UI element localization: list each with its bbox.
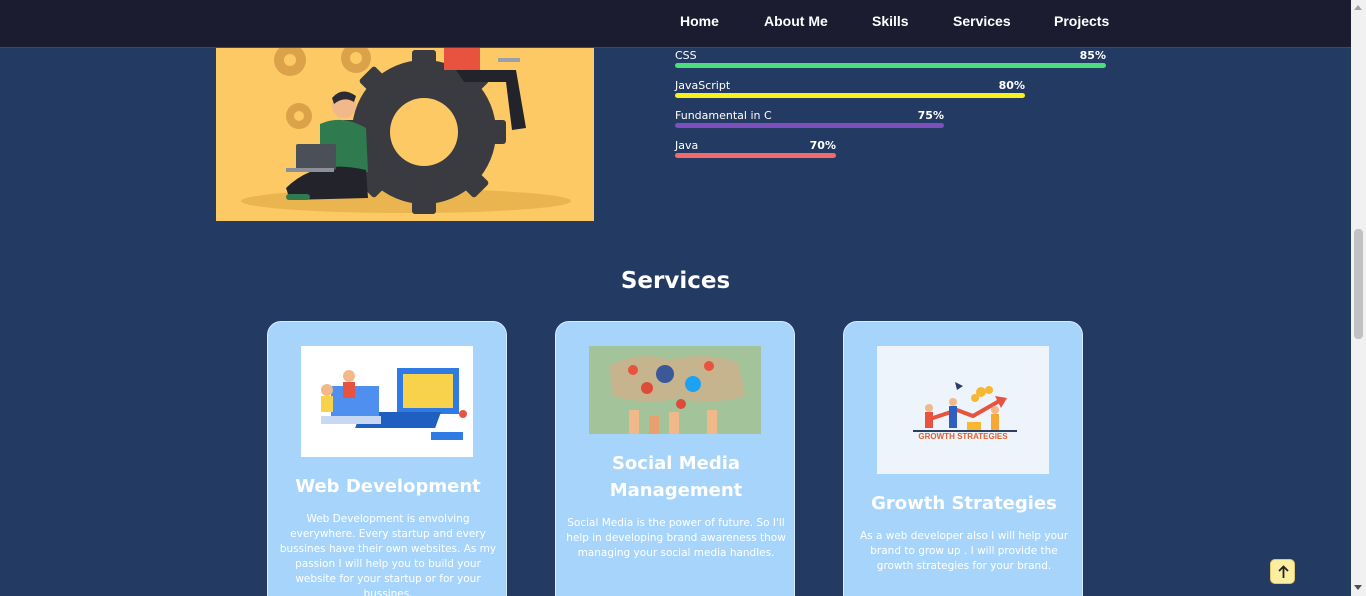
nav-home-link[interactable]: Home — [680, 13, 719, 29]
skill-bar — [675, 93, 1025, 98]
service-card-web-development: Web Development Web Development is envol… — [267, 321, 507, 596]
card-title: Growth Strategies — [871, 493, 1057, 514]
card-description: Social Media is the power of future. So … — [566, 517, 786, 559]
arrow-up-icon — [1278, 565, 1289, 578]
page-scrollbar[interactable] — [1351, 0, 1366, 596]
navbar: Home About Me Skills Services Projects — [0, 0, 1351, 48]
growth-image-caption: GROWTH STRATEGIES — [918, 432, 1008, 441]
scroll-down-arrow-icon[interactable] — [1354, 585, 1362, 590]
skill-percent: 75% — [917, 109, 944, 122]
back-to-top-button[interactable] — [1270, 559, 1295, 584]
skill-percent: 80% — [998, 79, 1025, 92]
skill-bar — [675, 153, 836, 158]
skill-bar — [675, 123, 944, 128]
scroll-up-arrow-icon[interactable] — [1354, 5, 1362, 10]
services-heading: Services — [620, 268, 731, 294]
skill-bar — [675, 63, 1106, 68]
nav-skills-link[interactable]: Skills — [872, 13, 909, 29]
service-card-growth-strategies: GROWTH STRATEGIES Growth Strategies As a… — [843, 321, 1083, 596]
social-media-image — [589, 346, 761, 434]
card-description: As a web developer also I will help your… — [859, 530, 1069, 572]
nav-services-link[interactable]: Services — [953, 13, 1011, 29]
skill-percent: 85% — [1079, 49, 1106, 62]
card-description: Web Development is envolving everywhere.… — [279, 513, 497, 596]
web-development-image — [301, 346, 473, 457]
scroll-thumb[interactable] — [1354, 229, 1363, 339]
card-title: Social Media Management — [609, 453, 743, 501]
nav-projects-link[interactable]: Projects — [1054, 13, 1109, 29]
card-title: Web Development — [295, 476, 481, 497]
nav-about-link[interactable]: About Me — [764, 13, 828, 29]
growth-strategies-image: GROWTH STRATEGIES — [877, 346, 1049, 474]
skills-illustration — [216, 48, 594, 221]
service-card-social-media: Social Media Management Social Media is … — [555, 321, 795, 596]
skill-percent: 70% — [809, 139, 836, 152]
